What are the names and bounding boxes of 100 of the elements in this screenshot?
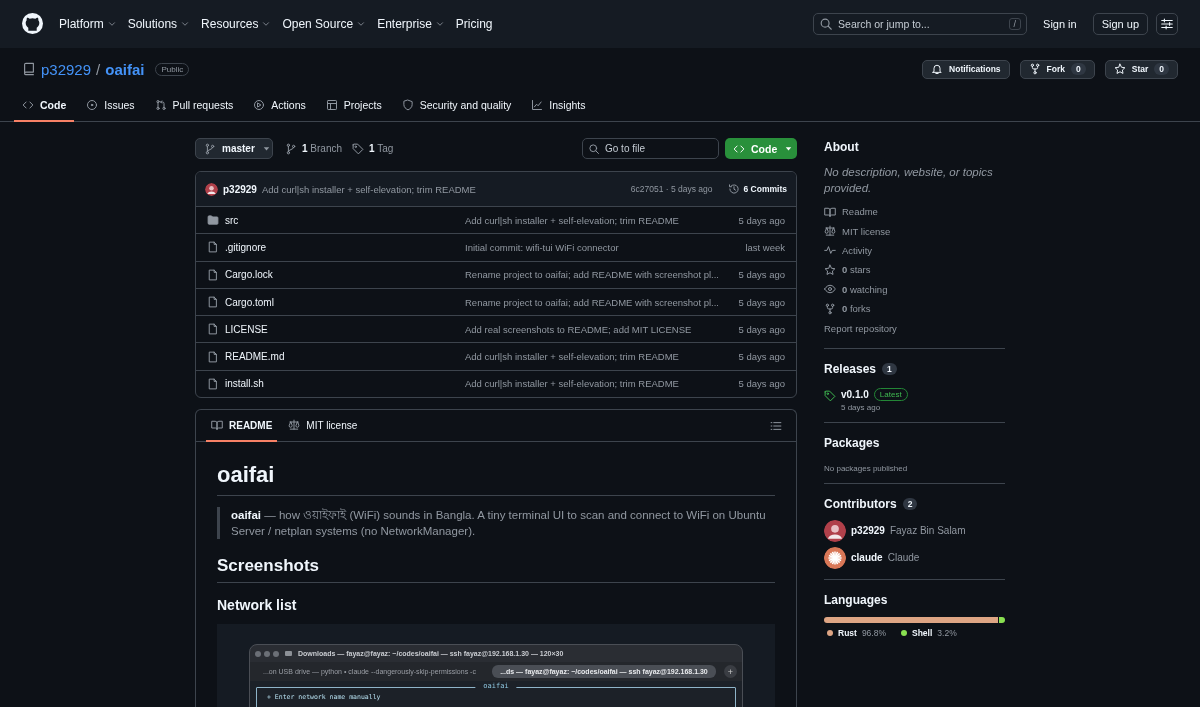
subsection-heading: Network list [217, 597, 298, 614]
star-icon [1113, 63, 1126, 75]
file-icon [207, 268, 219, 281]
sign-in-link[interactable]: Sign in [1043, 17, 1077, 30]
nav-menu-item[interactable]: Enterprise [377, 16, 445, 31]
sidebar-link[interactable]: Readme [824, 202, 1005, 222]
commit-age: 5 days ago [738, 214, 785, 226]
code-button[interactable]: Code [725, 138, 797, 159]
language-percent: 96.8% [861, 627, 886, 638]
file-name[interactable]: src [225, 214, 465, 226]
repo-name-link[interactable]: oaifai [105, 60, 145, 78]
nav-menu-item[interactable]: Pricing [455, 16, 493, 31]
scale-icon [824, 225, 836, 238]
file-icon [207, 377, 219, 390]
commit-message[interactable]: Rename project to oaifai; add README with screenshot pl... [465, 296, 739, 308]
readme-tab[interactable]: MIT license [283, 410, 363, 443]
section-title: About [824, 140, 860, 154]
readme-tab[interactable]: README [206, 410, 278, 443]
file-name[interactable]: LICENSE [225, 323, 465, 335]
fork-icon [824, 302, 836, 315]
contributor-login[interactable]: claude [851, 552, 883, 564]
folder-icon [285, 651, 292, 657]
commit-age: last week [745, 241, 785, 253]
commit-message[interactable]: Add curl|sh installer + self-elevation; trim README [261, 183, 476, 195]
repo-tab[interactable]: Security and quality [393, 90, 520, 122]
path-separator: / [96, 60, 101, 78]
file-search-field[interactable]: Go to file [582, 138, 719, 159]
file-name[interactable]: .gitignore [225, 241, 465, 253]
commit-message[interactable]: Rename project to oaifai; add README with screenshot pl... [465, 269, 739, 281]
avatar[interactable] [824, 519, 846, 542]
commit-age: 5 days ago [738, 296, 785, 308]
book-icon [211, 419, 223, 432]
tags-link[interactable]: 1 Tag [352, 142, 394, 155]
repo-tab[interactable]: Projects [317, 90, 390, 122]
language-percent: 3.2% [937, 627, 957, 638]
sidebar-link[interactable]: 0 stars [824, 260, 1005, 280]
star-icon [824, 263, 836, 276]
owner-link[interactable]: p32929 [41, 60, 92, 78]
language-name[interactable]: Rust [838, 627, 857, 638]
file-icon [207, 241, 219, 254]
file-name[interactable]: Cargo.toml [225, 296, 465, 308]
branch-selector[interactable]: master [195, 138, 273, 159]
section-title[interactable]: Packages [824, 435, 1005, 450]
commit-message[interactable]: Add curl|sh installer + self-elevation; trim README [465, 214, 739, 226]
commit-message[interactable]: Add real screenshots to README; add MIT LICENSE [465, 323, 739, 335]
repo-tab[interactable]: Pull requests [146, 90, 242, 122]
sidebar-link[interactable]: 0 forks [824, 298, 1005, 319]
avatar[interactable] [205, 182, 218, 196]
release-link[interactable]: v0.1.0 [841, 388, 869, 400]
notifications-button[interactable]: Notifications [922, 59, 1010, 79]
avatar[interactable] [824, 546, 846, 569]
commit-message[interactable]: Initial commit: wifi-tui WiFi connector [465, 241, 746, 253]
nav-menu-item[interactable]: Resources [201, 16, 272, 31]
new-tab-button[interactable]: + [724, 665, 737, 679]
commit-author[interactable]: p32929 [223, 183, 257, 195]
repo-tab[interactable]: Actions [245, 90, 314, 122]
nav-menu-item[interactable]: Open Source [282, 16, 367, 31]
contributor-login[interactable]: p32929 [851, 525, 885, 537]
repo-tab[interactable]: Insights [523, 90, 594, 122]
star-button[interactable]: Star 0 [1104, 59, 1178, 79]
graph-icon [531, 99, 544, 111]
settings-button[interactable] [1156, 12, 1178, 35]
sidebar-link[interactable]: MIT license [824, 221, 1005, 241]
list-icon [770, 419, 782, 432]
file-name[interactable]: install.sh [225, 378, 465, 390]
sidebar-link[interactable]: Activity [824, 240, 1005, 261]
branches-link[interactable]: 1 Branch [285, 142, 343, 155]
file-icon [207, 296, 219, 309]
contributor-name: Fayaz Bin Salam [889, 525, 966, 537]
commits-link[interactable]: 6 Commits [727, 183, 787, 195]
sidebar-link[interactable]: 0 watching [824, 279, 1005, 299]
nav-menu-item[interactable]: Platform [59, 16, 117, 31]
language-name[interactable]: Shell [912, 627, 933, 638]
commit-message[interactable]: Add curl|sh installer + self-elevation; trim README [465, 351, 739, 363]
commit-message[interactable]: Add curl|sh installer + self-elevation; trim README [465, 378, 739, 390]
repo-tab[interactable]: Issues [78, 90, 143, 122]
file-name[interactable]: Cargo.lock [225, 269, 465, 281]
bell-icon [931, 63, 944, 75]
report-link[interactable]: Report repository [824, 318, 1005, 338]
commit-age: 5 days ago [738, 378, 785, 390]
logo-icon[interactable] [22, 13, 43, 34]
eye-icon [824, 283, 836, 296]
release-age: 5 days ago [841, 402, 882, 412]
description: No description, website, or topics provided. [824, 165, 994, 196]
sliders-icon [1160, 16, 1174, 31]
scale-icon [288, 419, 301, 432]
section-title[interactable]: Contributors [824, 496, 897, 511]
file-name[interactable]: README.md [225, 351, 465, 363]
file-icon [207, 350, 219, 363]
window-controls-icon [255, 650, 279, 657]
tag-icon [352, 142, 365, 155]
branch-icon [285, 142, 297, 155]
count-badge: 2 [902, 497, 918, 510]
circle-dot-icon [86, 99, 99, 111]
repo-tab[interactable]: Code [14, 90, 75, 122]
nav-menu-item[interactable]: Solutions [127, 16, 191, 31]
sign-up-button[interactable]: Sign up [1092, 12, 1148, 35]
section-title[interactable]: Releases [824, 361, 877, 376]
shield-icon [401, 99, 414, 111]
fork-button[interactable]: Fork 0 [1019, 59, 1095, 79]
